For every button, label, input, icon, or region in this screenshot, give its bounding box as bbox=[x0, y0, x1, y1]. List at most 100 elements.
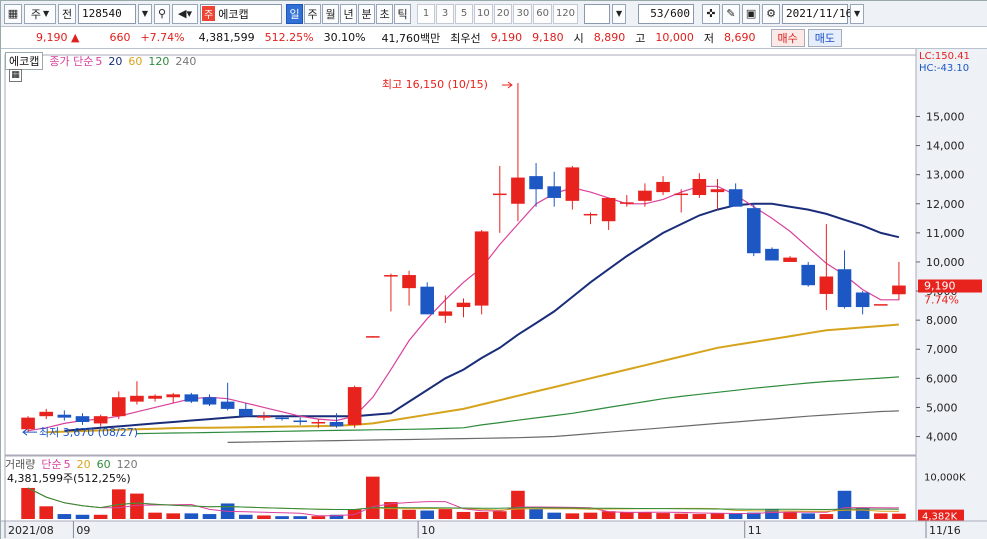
interval-button[interactable]: 20 bbox=[493, 3, 513, 24]
candle-body bbox=[583, 213, 598, 216]
interval-button[interactable]: 10 bbox=[474, 3, 493, 24]
interval-input[interactable] bbox=[584, 3, 611, 24]
candle-body bbox=[765, 248, 779, 261]
x-axis-background bbox=[1, 521, 987, 539]
interval-button[interactable]: 3 bbox=[436, 3, 454, 24]
volume-bar bbox=[692, 514, 707, 519]
search-icon[interactable]: ⚲ bbox=[154, 3, 170, 24]
volume-bar bbox=[474, 511, 489, 519]
volume-bar bbox=[638, 512, 652, 519]
candle-body bbox=[420, 286, 435, 315]
legend-ma240[interactable]: 240 bbox=[175, 55, 196, 68]
candle-body bbox=[873, 304, 888, 306]
candle-body bbox=[57, 414, 72, 418]
buy-button[interactable]: 매수 bbox=[770, 28, 805, 47]
candle-body bbox=[783, 257, 797, 262]
legend-ma5[interactable]: 5 bbox=[95, 55, 102, 68]
volume-bar bbox=[529, 509, 543, 519]
price-chart[interactable]: 10,000K4,382K512.25% 4,0005,0006,0007,00… bbox=[1, 49, 987, 539]
code-input[interactable]: 128540 bbox=[78, 3, 136, 24]
period-tab[interactable]: 주 bbox=[304, 3, 321, 24]
volume-bar bbox=[75, 514, 90, 519]
volume-legend-ma20[interactable]: 20 bbox=[77, 458, 91, 471]
candle-body bbox=[474, 231, 489, 306]
period-tab[interactable]: 초 bbox=[376, 3, 393, 24]
interval-button[interactable]: 120 bbox=[552, 3, 579, 24]
open-value: 8,890 bbox=[593, 31, 626, 44]
volume-bar bbox=[275, 516, 289, 519]
volume-legend-ma5[interactable]: 5 bbox=[64, 458, 71, 471]
stock-type-badge: 주 bbox=[202, 6, 216, 21]
low-label: 저 bbox=[703, 31, 715, 45]
code-dropdown-icon[interactable]: ▼ bbox=[138, 3, 152, 24]
period-tab[interactable]: 일 bbox=[286, 3, 303, 24]
y-tick-label: 11,000 bbox=[926, 227, 965, 240]
x-tick-label: 10 bbox=[421, 524, 435, 537]
prev-button[interactable]: 전 bbox=[58, 3, 76, 24]
volume-bar bbox=[57, 514, 72, 519]
volume-bar bbox=[837, 490, 852, 519]
volume: 4,381,599 bbox=[198, 31, 255, 44]
candle-body bbox=[801, 264, 816, 286]
candle-body bbox=[184, 394, 199, 402]
volume-bar bbox=[257, 515, 271, 519]
legend-ma60[interactable]: 60 bbox=[128, 55, 142, 68]
candle-body bbox=[855, 292, 870, 308]
legend-ma120[interactable]: 120 bbox=[148, 55, 169, 68]
volume-bar bbox=[21, 487, 35, 519]
volume-bar bbox=[238, 514, 253, 519]
period-tab[interactable]: 월 bbox=[322, 3, 339, 24]
legend-stock-name[interactable]: 에코캡 bbox=[5, 52, 44, 70]
market-select[interactable]: 주 ▼ bbox=[24, 3, 56, 24]
volume-bar bbox=[710, 513, 725, 519]
count-field[interactable]: 53/600 bbox=[638, 3, 695, 24]
candle-body bbox=[601, 197, 616, 222]
grid-icon[interactable]: ▦ bbox=[9, 69, 22, 82]
candle-body bbox=[438, 311, 453, 316]
candle-body bbox=[456, 302, 471, 308]
candle-body bbox=[130, 395, 144, 402]
legend-indicator[interactable]: 종가 단순 bbox=[49, 53, 93, 69]
min-annotation: 최저 3,670 (08/27) bbox=[39, 426, 138, 439]
interval-button[interactable]: 1 bbox=[417, 3, 435, 24]
gear-icon[interactable]: ⚙ bbox=[762, 3, 781, 24]
date-field[interactable]: 2021/11/16 bbox=[782, 3, 852, 24]
candle-body bbox=[565, 167, 580, 201]
volume-bar bbox=[184, 513, 199, 519]
interval-button[interactable]: 5 bbox=[455, 3, 473, 24]
period-tab[interactable]: 틱 bbox=[394, 3, 411, 24]
stock-name-field[interactable]: 주 에코캡 bbox=[200, 3, 282, 24]
crosshair-icon[interactable]: ✜ bbox=[702, 3, 721, 24]
sell-button[interactable]: 매도 bbox=[807, 28, 843, 47]
volume-bar bbox=[293, 516, 308, 519]
change-pct: +7.74% bbox=[140, 31, 185, 44]
volume-bar bbox=[619, 511, 634, 519]
volume-legend-ma60[interactable]: 60 bbox=[97, 458, 111, 471]
speaker-icon[interactable]: ◀▾ bbox=[172, 3, 198, 24]
legend-ma20[interactable]: 20 bbox=[108, 55, 122, 68]
window-menu-icon[interactable]: ▦ bbox=[4, 3, 22, 24]
volume-last: 4,381,599주(512,25%) bbox=[7, 472, 131, 485]
volume-bar bbox=[783, 511, 797, 519]
candle-body bbox=[166, 394, 181, 398]
y-tick-label: 10,000 bbox=[926, 256, 965, 269]
calendar-dropdown-icon[interactable]: ▼ bbox=[850, 3, 865, 24]
volume-legend-ma120[interactable]: 120 bbox=[117, 458, 138, 471]
candle-body bbox=[402, 275, 416, 289]
candle-body bbox=[329, 421, 344, 427]
period-tab[interactable]: 분 bbox=[358, 3, 375, 24]
best-ask: 9,190 bbox=[490, 31, 523, 44]
draw-tools-icon[interactable]: ✎ bbox=[722, 3, 741, 24]
interval-dropdown-icon[interactable]: ▼ bbox=[612, 3, 627, 24]
save-icon[interactable]: ▣ bbox=[742, 3, 761, 24]
period-tab[interactable]: 년 bbox=[340, 3, 357, 24]
interval-button[interactable]: 30 bbox=[513, 3, 533, 24]
interval-button[interactable]: 60 bbox=[533, 3, 552, 24]
volume-bar bbox=[728, 513, 743, 519]
volume-bar bbox=[511, 490, 525, 519]
last-price-tag: 9,190 bbox=[924, 280, 956, 293]
candle-body bbox=[837, 269, 852, 308]
change: 660 bbox=[109, 31, 131, 44]
candle-body bbox=[819, 276, 834, 294]
x-tick-label: 09 bbox=[76, 524, 90, 537]
